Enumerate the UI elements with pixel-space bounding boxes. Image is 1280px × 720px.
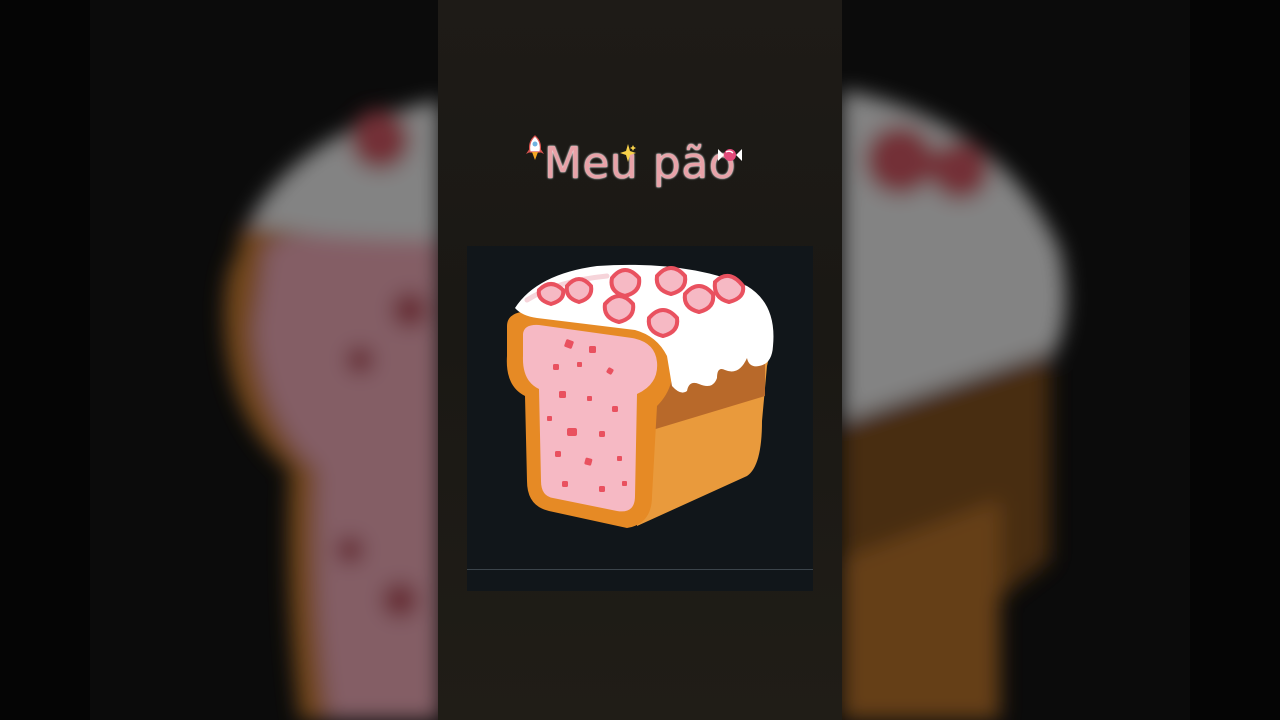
title-row: Meu pão <box>438 128 842 198</box>
rocket-sticker-icon <box>526 135 544 160</box>
bread-loaf-icon <box>506 264 774 528</box>
candy-icon <box>718 149 742 161</box>
bread-image <box>467 246 813 591</box>
frame-divider <box>467 569 813 570</box>
sparkle-icon <box>620 144 636 162</box>
page-title: Meu pão <box>543 137 737 189</box>
